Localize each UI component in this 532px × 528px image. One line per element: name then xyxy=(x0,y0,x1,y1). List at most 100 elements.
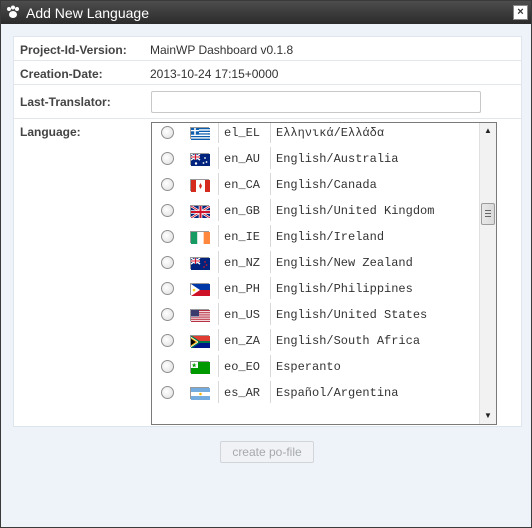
language-name: English/New Zealand xyxy=(276,256,413,270)
close-icon[interactable]: × xyxy=(513,5,528,20)
column-divider xyxy=(218,147,219,169)
language-radio[interactable] xyxy=(161,178,174,191)
language-listbox[interactable]: el_EL Ελληνικά/Ελλάδα en_AU English/Austral… xyxy=(151,122,497,425)
project-id-value: MainWP Dashboard v0.1.8 xyxy=(150,43,294,57)
nz-flag-icon xyxy=(190,257,210,270)
scroll-down-icon[interactable]: ▼ xyxy=(480,408,496,424)
language-code: en_PH xyxy=(224,282,261,296)
column-divider xyxy=(270,199,271,221)
column-divider xyxy=(218,381,219,403)
form-panel: Project-Id-Version: MainWP Dashboard v0.… xyxy=(13,36,522,427)
language-name: English/United Kingdom xyxy=(276,204,435,218)
eo-flag-icon xyxy=(190,361,210,374)
ar-flag-icon xyxy=(190,387,210,400)
language-option-row[interactable]: en_GB English/United Kingdom xyxy=(152,197,480,223)
language-name: English/Australia xyxy=(276,152,399,166)
language-radio[interactable] xyxy=(161,256,174,269)
column-divider xyxy=(270,173,271,195)
language-code: en_US xyxy=(224,308,261,322)
language-code: el_EL xyxy=(224,126,261,140)
add-language-dialog: Add New Language × Project-Id-Version: M… xyxy=(0,0,532,528)
language-code: eo_EO xyxy=(224,360,261,374)
language-name: Español/Argentina xyxy=(276,386,399,400)
language-option-row[interactable]: en_PH English/Philippines xyxy=(152,275,480,301)
language-radio[interactable] xyxy=(161,386,174,399)
column-divider xyxy=(218,199,219,221)
column-divider xyxy=(218,123,219,143)
column-divider xyxy=(218,277,219,299)
ie-flag-icon xyxy=(190,231,210,244)
gb-flag-icon xyxy=(190,204,211,220)
column-divider xyxy=(218,225,219,247)
last-translator-input[interactable] xyxy=(151,91,481,113)
ph-flag-icon xyxy=(190,283,210,296)
gr-flag-icon xyxy=(190,127,210,140)
language-radio[interactable] xyxy=(161,282,174,295)
language-radio[interactable] xyxy=(161,230,174,243)
project-id-label: Project-Id-Version: xyxy=(20,43,127,57)
column-divider xyxy=(270,381,271,403)
language-name: Esperanto xyxy=(276,360,341,374)
column-divider xyxy=(218,251,219,273)
title-bar[interactable]: Add New Language × xyxy=(1,1,531,24)
column-divider xyxy=(270,355,271,377)
creation-row: Creation-Date: 2013-10-24 17:15+0000 xyxy=(14,61,521,85)
column-divider xyxy=(218,303,219,325)
language-code: en_IE xyxy=(224,230,261,244)
language-option-row[interactable]: eo_EO Esperanto xyxy=(152,353,480,379)
language-option-row[interactable]: en_CA English/Canada xyxy=(152,171,480,197)
language-name: Ελληνικά/Ελλάδα xyxy=(276,126,385,140)
column-divider xyxy=(218,173,219,195)
language-radio[interactable] xyxy=(161,126,174,139)
language-list: el_EL Ελληνικά/Ελλάδα en_AU English/Austral… xyxy=(152,123,480,405)
au-flag-icon xyxy=(190,153,210,166)
language-radio[interactable] xyxy=(161,334,174,347)
language-option-row[interactable]: en_US English/United States xyxy=(152,301,480,327)
column-divider xyxy=(218,329,219,351)
paw-icon xyxy=(7,5,19,18)
language-radio[interactable] xyxy=(161,204,174,217)
ca-flag-icon xyxy=(190,179,210,192)
language-option-row[interactable]: el_EL Ελληνικά/Ελλάδα xyxy=(152,123,480,145)
language-option-row[interactable]: en_NZ English/New Zealand xyxy=(152,249,480,275)
language-code: en_AU xyxy=(224,152,261,166)
listbox-scrollbar[interactable]: ▲ ▼ xyxy=(479,123,496,424)
language-option-row[interactable]: en_AU English/Australia xyxy=(152,145,480,171)
translator-row: Last-Translator: xyxy=(14,85,521,119)
language-name: English/South Africa xyxy=(276,334,421,348)
dialog-title: Add New Language xyxy=(26,5,149,21)
column-divider xyxy=(270,225,271,247)
language-name: English/United States xyxy=(276,308,428,322)
column-divider xyxy=(270,303,271,325)
language-radio[interactable] xyxy=(161,308,174,321)
last-translator-label: Last-Translator: xyxy=(20,95,111,109)
scroll-up-icon[interactable]: ▲ xyxy=(480,123,496,139)
column-divider xyxy=(270,251,271,273)
language-radio[interactable] xyxy=(161,360,174,373)
language-code: en_NZ xyxy=(224,256,261,270)
language-code: en_ZA xyxy=(224,334,261,348)
us-flag-icon xyxy=(190,309,210,322)
column-divider xyxy=(270,123,271,143)
language-name: English/Canada xyxy=(276,178,377,192)
language-label: Language: xyxy=(20,125,81,139)
language-option-row[interactable]: en_ZA English/South Africa xyxy=(152,327,480,353)
za-flag-icon xyxy=(190,335,210,349)
language-row: Language: el_EL Ελληνικά/Ελλάδα en_AU Engli… xyxy=(14,119,521,426)
column-divider xyxy=(270,277,271,299)
creation-date-label: Creation-Date: xyxy=(20,67,103,81)
language-option-row[interactable]: es_AR Español/Argentina xyxy=(152,379,480,405)
language-radio[interactable] xyxy=(161,152,174,165)
language-name: English/Philippines xyxy=(276,282,413,296)
language-code: en_CA xyxy=(224,178,261,192)
column-divider xyxy=(218,355,219,377)
language-code: es_AR xyxy=(224,386,261,400)
create-po-file-button[interactable]: create po-file xyxy=(220,441,314,463)
scroll-thumb[interactable] xyxy=(481,203,495,225)
project-row: Project-Id-Version: MainWP Dashboard v0.… xyxy=(14,37,521,61)
column-divider xyxy=(270,147,271,169)
language-option-row[interactable]: en_IE English/Ireland xyxy=(152,223,480,249)
creation-date-value: 2013-10-24 17:15+0000 xyxy=(150,67,279,81)
language-code: en_GB xyxy=(224,204,261,218)
language-name: English/Ireland xyxy=(276,230,385,244)
